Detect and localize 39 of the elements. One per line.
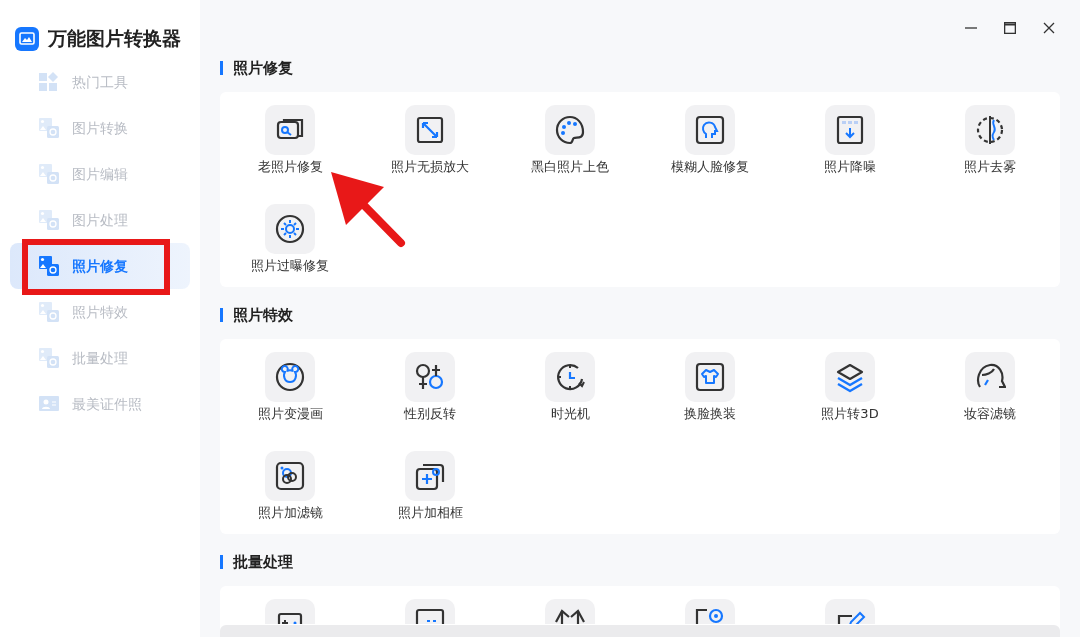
sidebar-item[interactable]: 照片修复 xyxy=(10,243,190,289)
tool-tile[interactable] xyxy=(265,599,315,624)
picture-icon xyxy=(38,117,60,139)
shirt-icon xyxy=(694,361,726,393)
tool-tile[interactable] xyxy=(405,599,455,624)
tool-tile[interactable]: 黑白照片上色 xyxy=(531,105,609,177)
app-logo-icon xyxy=(14,25,40,52)
close-icon xyxy=(1043,21,1055,34)
picture-icon xyxy=(38,255,60,277)
palette-icon xyxy=(554,114,586,146)
sun-icon xyxy=(274,213,306,245)
picture-icon xyxy=(38,347,60,369)
tool-tile[interactable]: 照片过曝修复 xyxy=(251,204,329,276)
picture-icon xyxy=(38,163,60,185)
face-icon xyxy=(694,114,726,146)
tool-tile[interactable]: 模糊人脸修复 xyxy=(671,105,749,177)
bear-face-icon xyxy=(274,361,306,393)
image-frame-icon xyxy=(414,608,446,624)
tool-tile[interactable]: 照片无损放大 xyxy=(391,105,469,177)
section-title: 照片特效 xyxy=(233,304,293,326)
horizontal-scrollbar[interactable] xyxy=(220,625,1060,637)
section-title: 照片修复 xyxy=(233,57,293,79)
layers-icon xyxy=(834,361,866,393)
expand-icon xyxy=(414,114,446,146)
maximize-icon xyxy=(1004,21,1016,34)
watermark-icon xyxy=(694,608,726,624)
dehaze-icon xyxy=(974,114,1006,146)
filter-icon xyxy=(274,460,306,492)
tool-tile[interactable] xyxy=(825,599,875,624)
tool-tile[interactable] xyxy=(685,599,735,624)
picture-icon xyxy=(38,209,60,231)
tool-tile[interactable] xyxy=(545,599,595,624)
clock-icon xyxy=(554,361,586,393)
minimize-icon xyxy=(965,26,977,29)
grid-icon xyxy=(38,71,60,93)
section-title: 批量处理 xyxy=(233,551,293,573)
picture-icon xyxy=(38,301,60,323)
app-title: 万能图片转换器 xyxy=(48,26,181,52)
denoise-icon xyxy=(834,114,866,146)
